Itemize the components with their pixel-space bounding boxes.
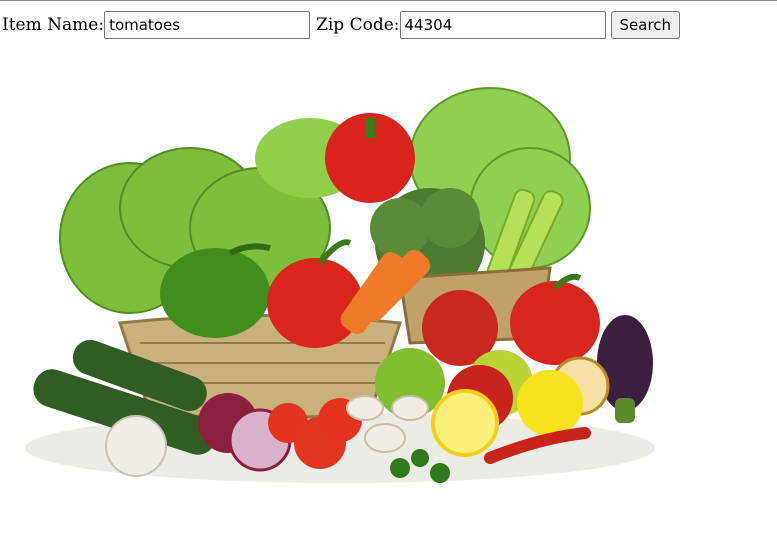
vegetable-basket-image (25, 87, 655, 483)
top-border (0, 0, 777, 1)
item-name-label: Item Name: (2, 15, 105, 35)
search-form: Item Name: Zip Code: Search (2, 11, 681, 39)
zip-code-label: Zip Code: (316, 15, 400, 35)
search-button[interactable]: Search (610, 11, 681, 39)
item-name-input[interactable] (104, 11, 311, 39)
zip-code-input[interactable] (399, 11, 606, 39)
